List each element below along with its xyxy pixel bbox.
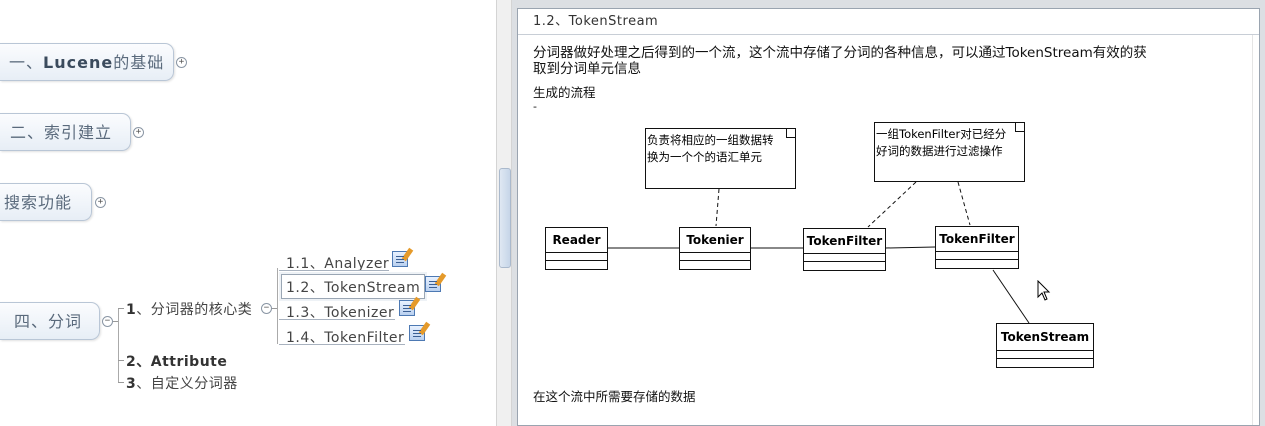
class-name: TokenFilter	[804, 229, 885, 254]
note-fold	[786, 129, 795, 138]
note-line: 换为一个个的语汇单元	[647, 150, 762, 164]
uml-class-reader[interactable]: Reader	[545, 227, 608, 270]
note-line: 负责将相应的一组数据转	[647, 133, 774, 147]
class-name: Tokenier	[680, 228, 750, 253]
uml-class-tokenfilter-2[interactable]: TokenFilter	[935, 226, 1019, 269]
uml-note-tokenizer[interactable]: 负责将相应的一组数据转 换为一个个的语汇单元	[645, 128, 796, 189]
mouse-cursor-icon	[1037, 280, 1051, 301]
class-name: TokenStream	[997, 324, 1093, 351]
uml-note-tokenfilter[interactable]: 一组TokenFilter对已经分 好词的数据进行过滤操作	[874, 122, 1025, 182]
class-name: TokenFilter	[936, 227, 1018, 252]
uml-class-tokenstream[interactable]: TokenStream	[996, 323, 1094, 368]
class-section	[804, 254, 885, 262]
uml-class-tokenfilter-1[interactable]: TokenFilter	[803, 228, 886, 271]
note-line: 好词的数据进行过滤操作	[876, 144, 1003, 158]
class-section	[680, 253, 750, 261]
class-name: Reader	[546, 228, 607, 253]
class-section	[546, 253, 607, 261]
note-fold	[1015, 123, 1024, 132]
note-line: 一组TokenFilter对已经分	[876, 127, 1007, 141]
uml-class-tokenizer[interactable]: Tokenier	[679, 227, 751, 270]
notes-footer: 在这个流中所需要存储的数据	[533, 389, 696, 404]
class-section	[936, 252, 1018, 260]
class-section	[997, 351, 1093, 359]
